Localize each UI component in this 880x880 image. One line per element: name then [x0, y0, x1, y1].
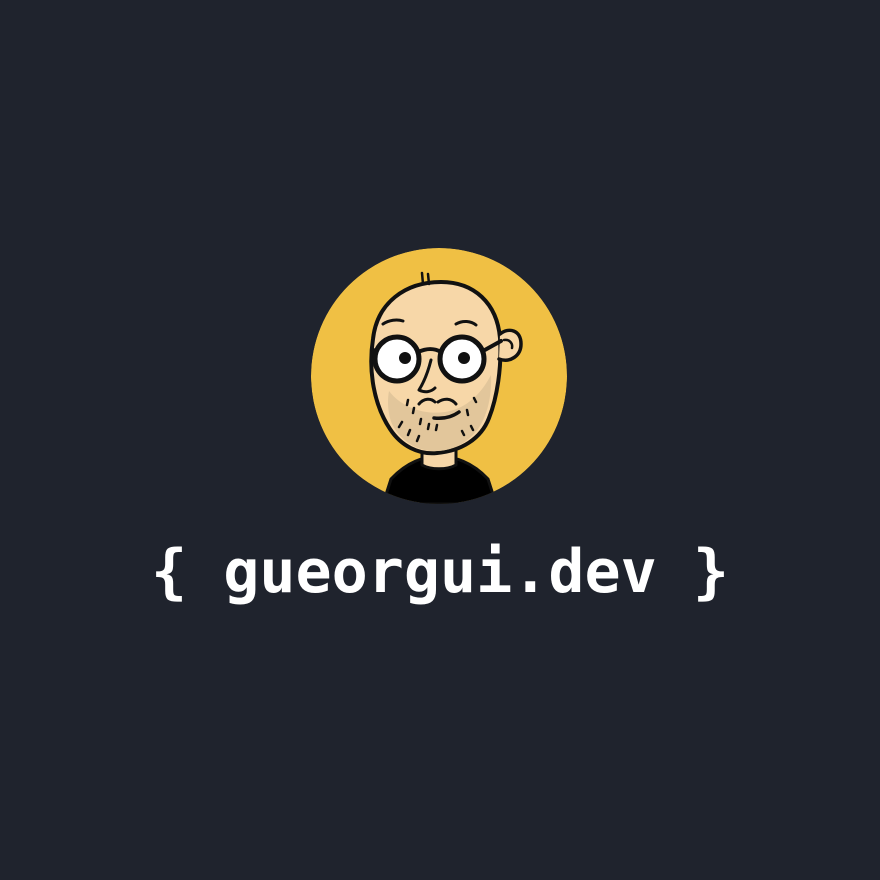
- brand-card: { gueorgui.dev }: [0, 0, 880, 880]
- avatar: [311, 248, 567, 504]
- cartoon-portrait-icon: [311, 248, 567, 504]
- site-name-wordmark: { gueorgui.dev }: [151, 537, 729, 607]
